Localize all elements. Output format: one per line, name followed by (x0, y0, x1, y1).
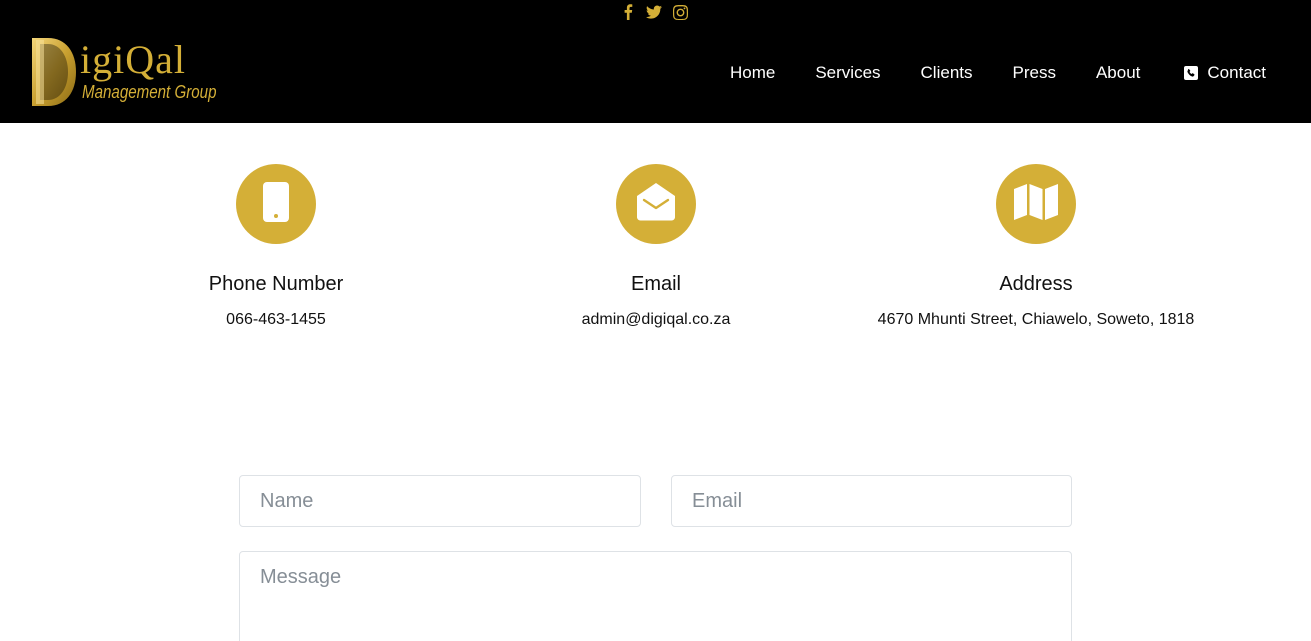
info-phone: Phone Number 066-463-1455 (86, 164, 466, 330)
nav-about[interactable]: About (1096, 63, 1140, 83)
info-email: Email admin@digiqal.co.za (466, 164, 846, 330)
logo-d-mark (32, 38, 76, 106)
envelope-open-icon (635, 182, 677, 226)
info-email-circle (616, 164, 696, 244)
message-textarea[interactable] (239, 551, 1072, 641)
info-address-title: Address (999, 273, 1073, 295)
info-phone-title: Phone Number (208, 273, 344, 295)
mobile-phone-icon (263, 181, 289, 227)
instagram-icon[interactable] (672, 4, 688, 20)
email-input[interactable] (671, 475, 1072, 527)
nav-contact[interactable]: Contact (1184, 63, 1266, 83)
facebook-icon[interactable] (620, 4, 636, 20)
nav-clients[interactable]: Clients (921, 63, 973, 83)
phone-square-icon (1184, 66, 1199, 80)
social-links (620, 3, 688, 21)
site-header: igiQal Management Group Home Services Cl… (0, 0, 1311, 123)
twitter-icon[interactable] (646, 4, 662, 20)
site-logo[interactable]: igiQal Management Group (30, 36, 230, 108)
nav-contact-label: Contact (1207, 63, 1266, 82)
info-email-title: Email (630, 273, 681, 295)
info-address: Address 4670 Mhunti Street, Chiawelo, So… (846, 164, 1226, 330)
nav-press[interactable]: Press (1013, 63, 1056, 83)
info-phone-value: 066-463-1455 (226, 311, 326, 328)
name-input[interactable] (239, 475, 641, 527)
map-icon (1014, 183, 1058, 225)
info-phone-circle (236, 164, 316, 244)
nav-home[interactable]: Home (730, 63, 775, 83)
logo-wordmark: igiQal (80, 37, 186, 82)
logo-subtitle: Management Group (82, 82, 217, 102)
info-address-value: 4670 Mhunti Street, Chiawelo, Soweto, 18… (877, 311, 1195, 328)
info-address-circle (996, 164, 1076, 244)
nav-services[interactable]: Services (815, 63, 880, 83)
info-email-value: admin@digiqal.co.za (581, 311, 731, 328)
main-nav: Home Services Clients Press About Contac… (730, 60, 1266, 86)
